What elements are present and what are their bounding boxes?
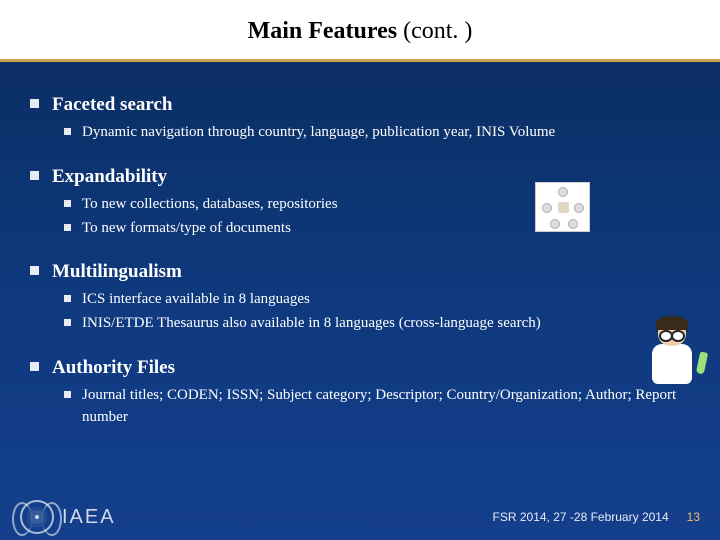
slide-title: Main Features (cont. ) [0, 18, 720, 45]
org-name: IAEA [62, 506, 116, 529]
content-area: Faceted search Dynamic navigation throug… [0, 62, 720, 428]
list-item: To new collections, databases, repositor… [82, 194, 680, 216]
iaea-logo: IAEA [20, 500, 116, 534]
footer: IAEA FSR 2014, 27 -28 February 2014 13 [0, 494, 720, 540]
page-number: 13 [687, 510, 700, 524]
section-heading: Faceted search [52, 94, 680, 116]
section-heading: Authority Files [52, 357, 680, 379]
diagram-icon [535, 182, 590, 232]
accent-line [0, 60, 720, 62]
section-list: Dynamic navigation through country, lang… [52, 122, 680, 144]
slide: Main Features (cont. ) Faceted search Dy… [0, 0, 720, 540]
atom-olive-icon [20, 500, 54, 534]
list-item: Journal titles; CODEN; ISSN; Subject cat… [82, 385, 680, 429]
section-multilingualism: Multilingualism ICS interface available … [52, 261, 680, 335]
title-suffix: (cont. ) [397, 18, 472, 44]
section-authority-files: Authority Files Journal titles; CODEN; I… [52, 357, 680, 429]
list-item: To new formats/type of documents [82, 218, 680, 240]
list-item: ICS interface available in 8 languages [82, 289, 680, 311]
list-item: INIS/ETDE Thesaurus also available in 8 … [82, 313, 680, 335]
section-list: Journal titles; CODEN; ISSN; Subject cat… [52, 385, 680, 429]
title-main: Main Features [248, 18, 398, 44]
list-item: Dynamic navigation through country, lang… [82, 122, 680, 144]
section-faceted-search: Faceted search Dynamic navigation throug… [52, 94, 680, 144]
section-list: ICS interface available in 8 languages I… [52, 289, 680, 335]
event-date: FSR 2014, 27 -28 February 2014 [493, 510, 669, 524]
scientist-icon [644, 318, 702, 394]
title-band: Main Features (cont. ) [0, 0, 720, 62]
section-heading: Multilingualism [52, 261, 680, 283]
